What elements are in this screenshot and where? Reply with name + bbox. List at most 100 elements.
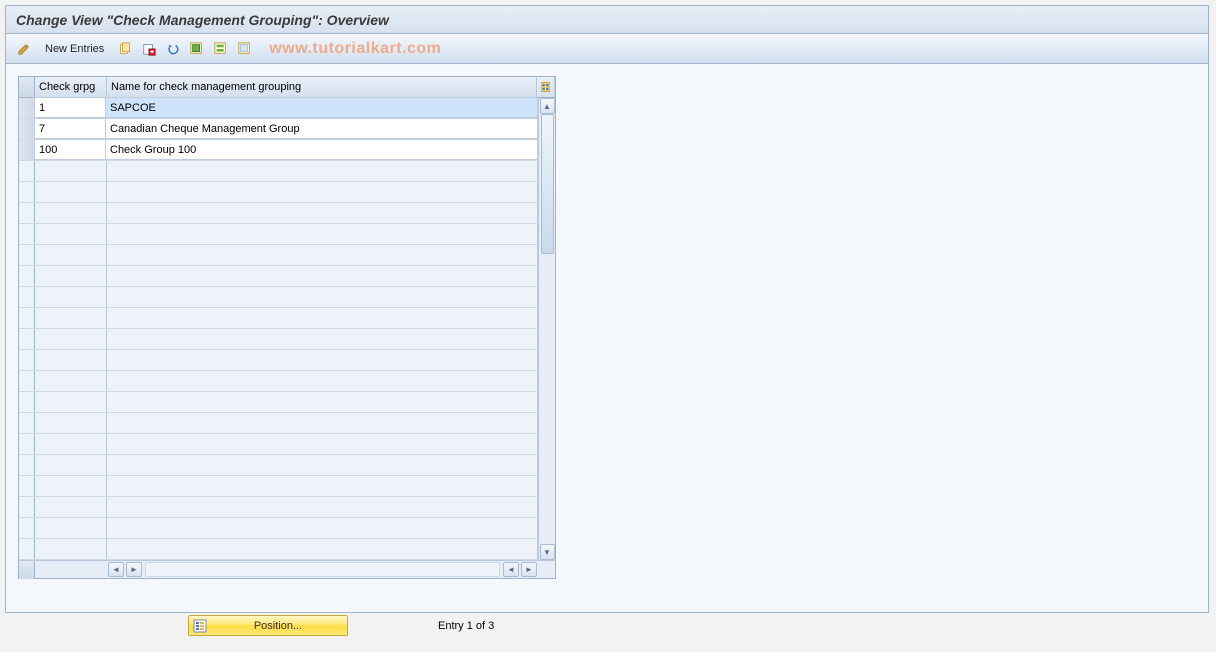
select-block-icon[interactable] (211, 39, 231, 59)
cell-check-grpg[interactable] (35, 329, 107, 349)
cell-check-grpg[interactable]: 100 (34, 139, 106, 160)
row-selector[interactable] (19, 266, 35, 286)
row-selector[interactable] (19, 392, 35, 412)
cell-name[interactable] (107, 392, 538, 412)
cell-check-grpg[interactable] (35, 518, 107, 538)
table-row[interactable] (19, 329, 538, 350)
row-selector[interactable] (19, 539, 35, 559)
cell-name[interactable] (107, 266, 538, 286)
cell-check-grpg[interactable] (35, 497, 107, 517)
table-row[interactable] (19, 434, 538, 455)
column-header-name[interactable]: Name for check management grouping (107, 77, 537, 97)
table-row[interactable] (19, 287, 538, 308)
cell-check-grpg[interactable] (35, 455, 107, 475)
scroll-up-icon[interactable]: ▲ (540, 98, 555, 114)
row-selector[interactable] (19, 245, 35, 265)
table-row[interactable] (19, 539, 538, 560)
cell-check-grpg[interactable] (35, 161, 107, 181)
cell-check-grpg[interactable] (35, 476, 107, 496)
table-settings-icon[interactable] (537, 77, 555, 97)
cell-name[interactable] (107, 539, 538, 559)
cell-name[interactable] (107, 350, 538, 370)
select-all-column-header[interactable] (19, 77, 35, 97)
table-row[interactable]: 7Canadian Cheque Management Group (19, 119, 538, 140)
cell-check-grpg[interactable] (35, 350, 107, 370)
cell-check-grpg[interactable] (35, 539, 107, 559)
table-row[interactable] (19, 308, 538, 329)
table-row[interactable] (19, 392, 538, 413)
row-selector[interactable] (19, 476, 35, 496)
row-selector[interactable] (19, 119, 35, 139)
cell-check-grpg[interactable] (35, 434, 107, 454)
row-selector[interactable] (19, 182, 35, 202)
cell-name[interactable] (107, 287, 538, 307)
table-row[interactable] (19, 350, 538, 371)
scroll-left-end-icon[interactable]: ◄ (503, 562, 519, 577)
cell-check-grpg[interactable]: 7 (34, 118, 106, 139)
cell-check-grpg[interactable] (35, 266, 107, 286)
scroll-right-end-icon[interactable]: ► (521, 562, 537, 577)
cell-name[interactable]: Canadian Cheque Management Group (105, 118, 538, 139)
row-selector[interactable] (19, 371, 35, 391)
cell-check-grpg[interactable] (35, 413, 107, 433)
column-header-check-grpg[interactable]: Check grpg (35, 77, 107, 97)
select-all-icon[interactable] (187, 39, 207, 59)
cell-name[interactable] (107, 308, 538, 328)
cell-name[interactable] (107, 161, 538, 181)
vertical-scrollbar[interactable]: ▲ ▼ (538, 98, 555, 560)
cell-name[interactable] (107, 434, 538, 454)
cell-check-grpg[interactable] (35, 371, 107, 391)
cell-check-grpg[interactable] (35, 203, 107, 223)
cell-check-grpg[interactable] (35, 224, 107, 244)
table-row[interactable] (19, 518, 538, 539)
new-entries-button[interactable]: New Entries (38, 39, 111, 59)
vertical-scroll-thumb[interactable] (541, 114, 554, 254)
cell-name[interactable] (107, 371, 538, 391)
cell-name[interactable] (107, 182, 538, 202)
scroll-down-icon[interactable]: ▼ (540, 544, 555, 560)
row-selector[interactable] (19, 497, 35, 517)
cell-name[interactable] (107, 245, 538, 265)
cell-check-grpg[interactable] (35, 182, 107, 202)
cell-name[interactable] (107, 476, 538, 496)
table-row[interactable] (19, 371, 538, 392)
cell-check-grpg[interactable] (35, 392, 107, 412)
table-row[interactable] (19, 161, 538, 182)
undo-icon[interactable] (163, 39, 183, 59)
cell-check-grpg[interactable] (35, 308, 107, 328)
row-selector[interactable] (19, 455, 35, 475)
row-selector[interactable] (19, 224, 35, 244)
row-selector[interactable] (19, 518, 35, 538)
table-row[interactable] (19, 245, 538, 266)
row-selector[interactable] (19, 308, 35, 328)
table-row[interactable] (19, 203, 538, 224)
row-selector[interactable] (19, 287, 35, 307)
table-row[interactable] (19, 476, 538, 497)
row-selector[interactable] (19, 98, 35, 118)
cell-name[interactable] (107, 203, 538, 223)
table-row[interactable] (19, 455, 538, 476)
horizontal-scroll-track[interactable] (145, 562, 500, 577)
table-row[interactable]: 1SAPCOE (19, 98, 538, 119)
table-row[interactable] (19, 224, 538, 245)
horizontal-scrollbar[interactable]: ◄ ► ◄ ► (19, 560, 555, 578)
cell-name[interactable] (107, 518, 538, 538)
deselect-all-icon[interactable] (235, 39, 255, 59)
row-selector[interactable] (19, 203, 35, 223)
cell-name[interactable] (107, 329, 538, 349)
cell-name[interactable]: Check Group 100 (105, 139, 538, 160)
cell-name[interactable]: SAPCOE (105, 97, 538, 118)
cell-check-grpg[interactable] (35, 287, 107, 307)
cell-name[interactable] (107, 413, 538, 433)
row-selector[interactable] (19, 434, 35, 454)
table-row[interactable] (19, 182, 538, 203)
copy-as-icon[interactable] (115, 39, 135, 59)
cell-name[interactable] (107, 224, 538, 244)
scroll-left-icon[interactable]: ◄ (108, 562, 124, 577)
table-row[interactable]: 100Check Group 100 (19, 140, 538, 161)
position-button[interactable]: Position... (188, 615, 348, 636)
table-row[interactable] (19, 413, 538, 434)
table-row[interactable] (19, 266, 538, 287)
table-row[interactable] (19, 497, 538, 518)
row-selector[interactable] (19, 140, 35, 160)
